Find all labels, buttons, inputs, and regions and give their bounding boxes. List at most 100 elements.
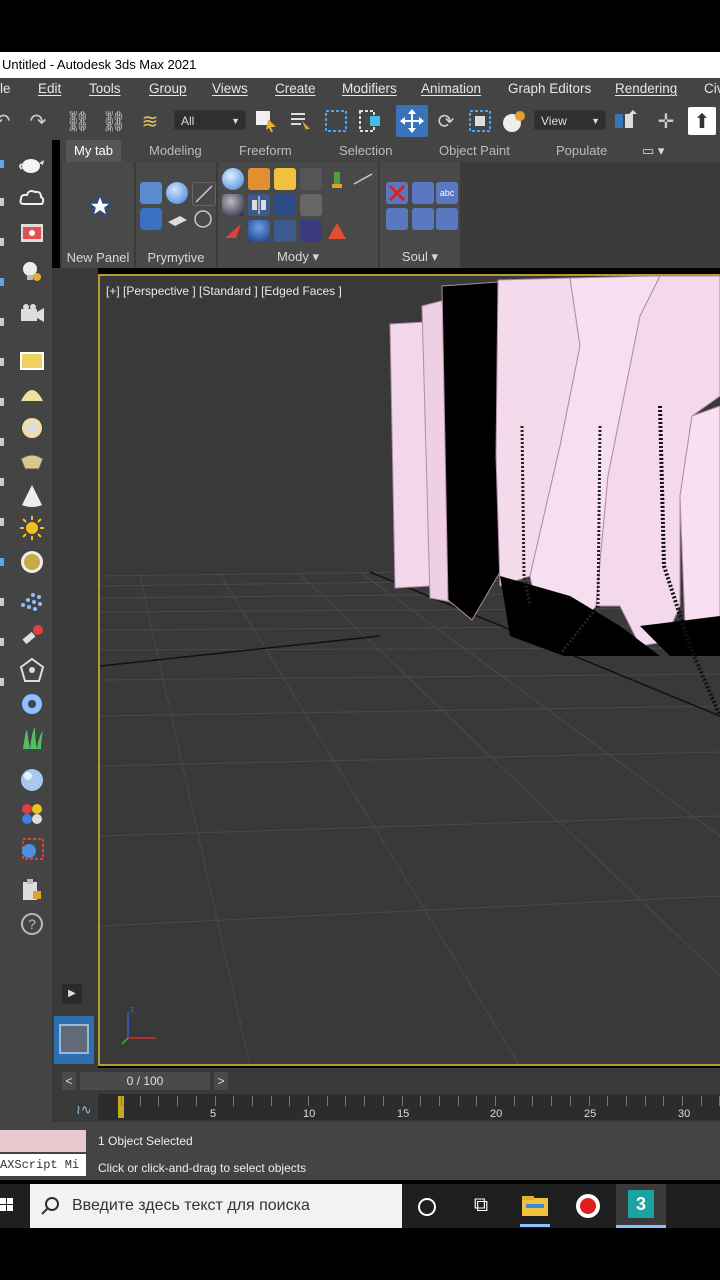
- ribbon-options-icon[interactable]: ▭ ▾: [642, 143, 664, 159]
- light-bulb-icon[interactable]: [18, 258, 46, 286]
- group-icon[interactable]: [386, 208, 408, 230]
- tab-populate[interactable]: Populate: [556, 143, 607, 158]
- taskbar-3dsmax-button[interactable]: 3: [616, 1184, 666, 1228]
- timeline-track[interactable]: 5 10 15 20 25 30: [98, 1094, 720, 1120]
- modifier-lattice-icon[interactable]: [300, 220, 322, 242]
- menu-tools[interactable]: Tools: [89, 81, 121, 96]
- menu-create[interactable]: Create: [275, 81, 316, 96]
- modifier-symmetry-icon[interactable]: [248, 194, 270, 216]
- rectangular-selection-icon[interactable]: [322, 107, 350, 135]
- curve-editor-icon[interactable]: ≀∿: [76, 1102, 92, 1118]
- cone-icon[interactable]: [18, 482, 46, 510]
- modifier-cube-icon[interactable]: [248, 168, 270, 190]
- redo-icon[interactable]: ↷: [24, 107, 52, 135]
- modifier-uvw-icon[interactable]: [300, 194, 322, 216]
- menu-file[interactable]: le: [0, 81, 11, 96]
- circle-shape-icon[interactable]: [192, 208, 214, 230]
- modifier-shape-icon[interactable]: [222, 220, 244, 242]
- material-editor-icon[interactable]: [18, 800, 46, 828]
- clone-icon[interactable]: [412, 182, 434, 204]
- modifier-disabled-icon[interactable]: [300, 168, 322, 190]
- media-browser-icon[interactable]: [18, 218, 46, 246]
- modifier-shell-icon[interactable]: [274, 194, 296, 216]
- camera-icon[interactable]: [18, 300, 46, 328]
- hemisphere-icon[interactable]: [18, 380, 46, 408]
- viewport-layout-icon[interactable]: [54, 1016, 94, 1064]
- clipboard-icon[interactable]: [18, 876, 46, 904]
- array-icon[interactable]: [436, 208, 458, 230]
- star-icon[interactable]: [86, 192, 114, 223]
- perspective-viewport[interactable]: z [+] [Perspective ] [Standard ] [Edged …: [98, 274, 720, 1066]
- line-icon[interactable]: [192, 182, 216, 206]
- panel-label-soul[interactable]: Soul ▾: [380, 249, 460, 265]
- menu-animation[interactable]: Animation: [421, 81, 481, 96]
- window-crossing-icon[interactable]: [356, 107, 384, 135]
- biped-icon[interactable]: [18, 656, 46, 684]
- menu-group[interactable]: Group: [149, 81, 187, 96]
- undo-icon[interactable]: ↶: [0, 107, 16, 135]
- sphere-icon[interactable]: [166, 182, 188, 204]
- maxscript-listener-pink[interactable]: [0, 1130, 86, 1152]
- select-and-manipulate-icon[interactable]: ✛: [652, 107, 680, 135]
- box-icon[interactable]: [140, 182, 162, 204]
- next-frame-button[interactable]: >: [214, 1072, 228, 1090]
- grid-align-icon[interactable]: [412, 208, 434, 230]
- torus-icon[interactable]: [18, 414, 46, 442]
- tab-object-paint[interactable]: Object Paint: [439, 143, 510, 158]
- material-sphere-icon[interactable]: [18, 766, 46, 794]
- cylinder-icon[interactable]: [140, 208, 162, 230]
- modifier-warning-icon[interactable]: [326, 220, 348, 242]
- help-icon[interactable]: ?: [18, 910, 46, 938]
- pivot-center-icon[interactable]: [612, 107, 640, 135]
- viewport-label[interactable]: [+] [Perspective ] [Standard ] [Edged Fa…: [106, 284, 342, 298]
- bind-space-warp-icon[interactable]: ≋: [136, 107, 164, 135]
- maxscript-mini-listener[interactable]: AXScript Mi: [0, 1154, 86, 1176]
- select-and-rotate-icon[interactable]: ⟳: [432, 107, 460, 135]
- task-view-icon[interactable]: ⧉: [468, 1194, 494, 1220]
- bone-icon[interactable]: [18, 622, 46, 650]
- place-icon[interactable]: [500, 107, 528, 135]
- file-explorer-icon[interactable]: [520, 1192, 550, 1220]
- menu-civil[interactable]: Civ: [704, 81, 720, 96]
- crown-icon[interactable]: [18, 448, 46, 476]
- render-setup-icon[interactable]: [18, 834, 46, 862]
- grass-icon[interactable]: [18, 724, 46, 752]
- delete-object-icon[interactable]: [386, 182, 408, 204]
- gear-blue-icon[interactable]: [18, 690, 46, 718]
- taskbar-search-box[interactable]: Введите здесь текст для поиска: [30, 1184, 402, 1228]
- modifier-bend-icon[interactable]: [326, 168, 348, 190]
- plane-icon[interactable]: [18, 346, 46, 374]
- time-slider[interactable]: 0 / 100: [80, 1072, 210, 1090]
- cortana-icon[interactable]: [414, 1194, 440, 1220]
- teapot-icon[interactable]: [18, 150, 46, 178]
- select-and-scale-icon[interactable]: [466, 107, 494, 135]
- menu-graph-editors[interactable]: Graph Editors: [508, 81, 591, 96]
- rename-abc-icon[interactable]: abc: [436, 182, 458, 204]
- selection-filter-dropdown[interactable]: All ▼: [174, 110, 246, 130]
- keyboard-shortcut-override-icon[interactable]: ⬆: [688, 107, 716, 135]
- modifier-push-icon[interactable]: [248, 220, 270, 242]
- prev-frame-button[interactable]: <: [62, 1072, 76, 1090]
- sphere-gold-icon[interactable]: [18, 548, 46, 576]
- menu-modifiers[interactable]: Modifiers: [342, 81, 397, 96]
- reference-coordinate-dropdown[interactable]: View ▼: [534, 110, 606, 130]
- tab-my-tab[interactable]: My tab: [66, 140, 122, 162]
- menu-edit[interactable]: Edit: [38, 81, 61, 96]
- panel-label-mody[interactable]: Mody ▾: [218, 249, 378, 265]
- screen-recorder-icon[interactable]: [574, 1192, 602, 1220]
- particles-icon[interactable]: [18, 588, 46, 616]
- select-object-icon[interactable]: [252, 107, 280, 135]
- menu-rendering[interactable]: Rendering: [615, 81, 677, 96]
- modifier-slice-icon[interactable]: [352, 168, 374, 190]
- modifier-turbosmooth-icon[interactable]: [222, 194, 244, 216]
- expand-viewport-arrow-icon[interactable]: ▶: [62, 984, 82, 1004]
- modifier-extrude-icon[interactable]: [274, 220, 296, 242]
- link-icon[interactable]: ⛓: [64, 107, 92, 135]
- select-and-move-icon[interactable]: [396, 105, 428, 137]
- modifier-gear-icon[interactable]: [274, 168, 296, 190]
- menu-views[interactable]: Views: [212, 81, 248, 96]
- modifier-sphere-icon[interactable]: [222, 168, 244, 190]
- cloud-icon[interactable]: [18, 184, 46, 212]
- select-by-name-icon[interactable]: [286, 107, 314, 135]
- tab-modeling[interactable]: Modeling: [149, 143, 202, 158]
